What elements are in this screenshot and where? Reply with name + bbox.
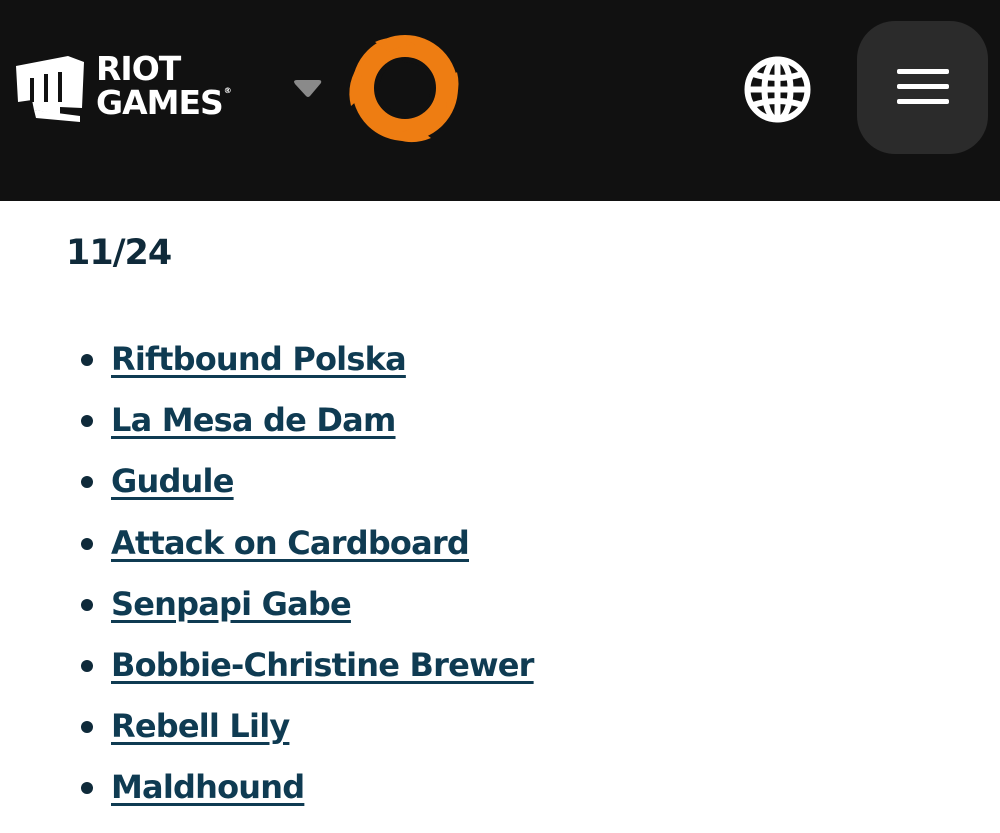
creator-link[interactable]: La Mesa de Dam (111, 396, 396, 444)
creator-link[interactable]: Gudule (111, 457, 234, 505)
bullet (81, 354, 93, 366)
creator-link[interactable]: Bobbie-Christine Brewer (111, 641, 534, 689)
riot-games-wordmark[interactable]: RIOT GAMES® (96, 49, 232, 122)
registered-mark: ® (223, 86, 232, 95)
list-item: La Mesa de Dam (0, 396, 534, 457)
date-heading: 11/24 (66, 233, 172, 273)
creator-link[interactable]: Senpapi Gabe (111, 580, 352, 628)
hamburger-menu-icon (897, 69, 949, 104)
chevron-down-icon[interactable] (293, 80, 323, 98)
bullet (81, 476, 93, 489)
menu-button[interactable] (857, 21, 988, 154)
creator-link[interactable]: Riftbound Polska (111, 335, 407, 383)
brand-line1: RIOT (96, 49, 181, 88)
main-content: 11/24 Riftbound Polska La Mesa de Dam Gu… (0, 201, 1000, 833)
globe-icon[interactable] (740, 52, 815, 127)
bullet (81, 782, 93, 795)
list-item: Gudule (0, 457, 534, 518)
list-item: Riftbound Polska (0, 335, 534, 396)
bullet (81, 598, 93, 611)
bullet (81, 537, 93, 550)
creator-link[interactable]: Maldhound (111, 763, 305, 811)
list-item: Maldhound (0, 763, 534, 824)
bullet (81, 415, 93, 428)
list-item: Bobbie-Christine Brewer (0, 641, 534, 702)
creator-link[interactable]: Rebell Lily (111, 702, 290, 750)
bullet (81, 659, 93, 672)
list-item: Rebell Lily (0, 702, 534, 763)
riot-fist-icon[interactable] (10, 52, 88, 122)
list-item: Senpapi Gabe (0, 580, 534, 641)
top-navigation-bar: RIOT GAMES® (0, 0, 1000, 201)
creator-list: Riftbound Polska La Mesa de Dam Gudule A… (0, 335, 534, 825)
creator-link[interactable]: Attack on Cardboard (111, 519, 470, 567)
list-item: Attack on Cardboard (0, 519, 534, 580)
orange-swirl-logo-icon[interactable] (345, 30, 465, 145)
brand-line2: GAMES (96, 83, 224, 122)
bullet (81, 721, 93, 734)
